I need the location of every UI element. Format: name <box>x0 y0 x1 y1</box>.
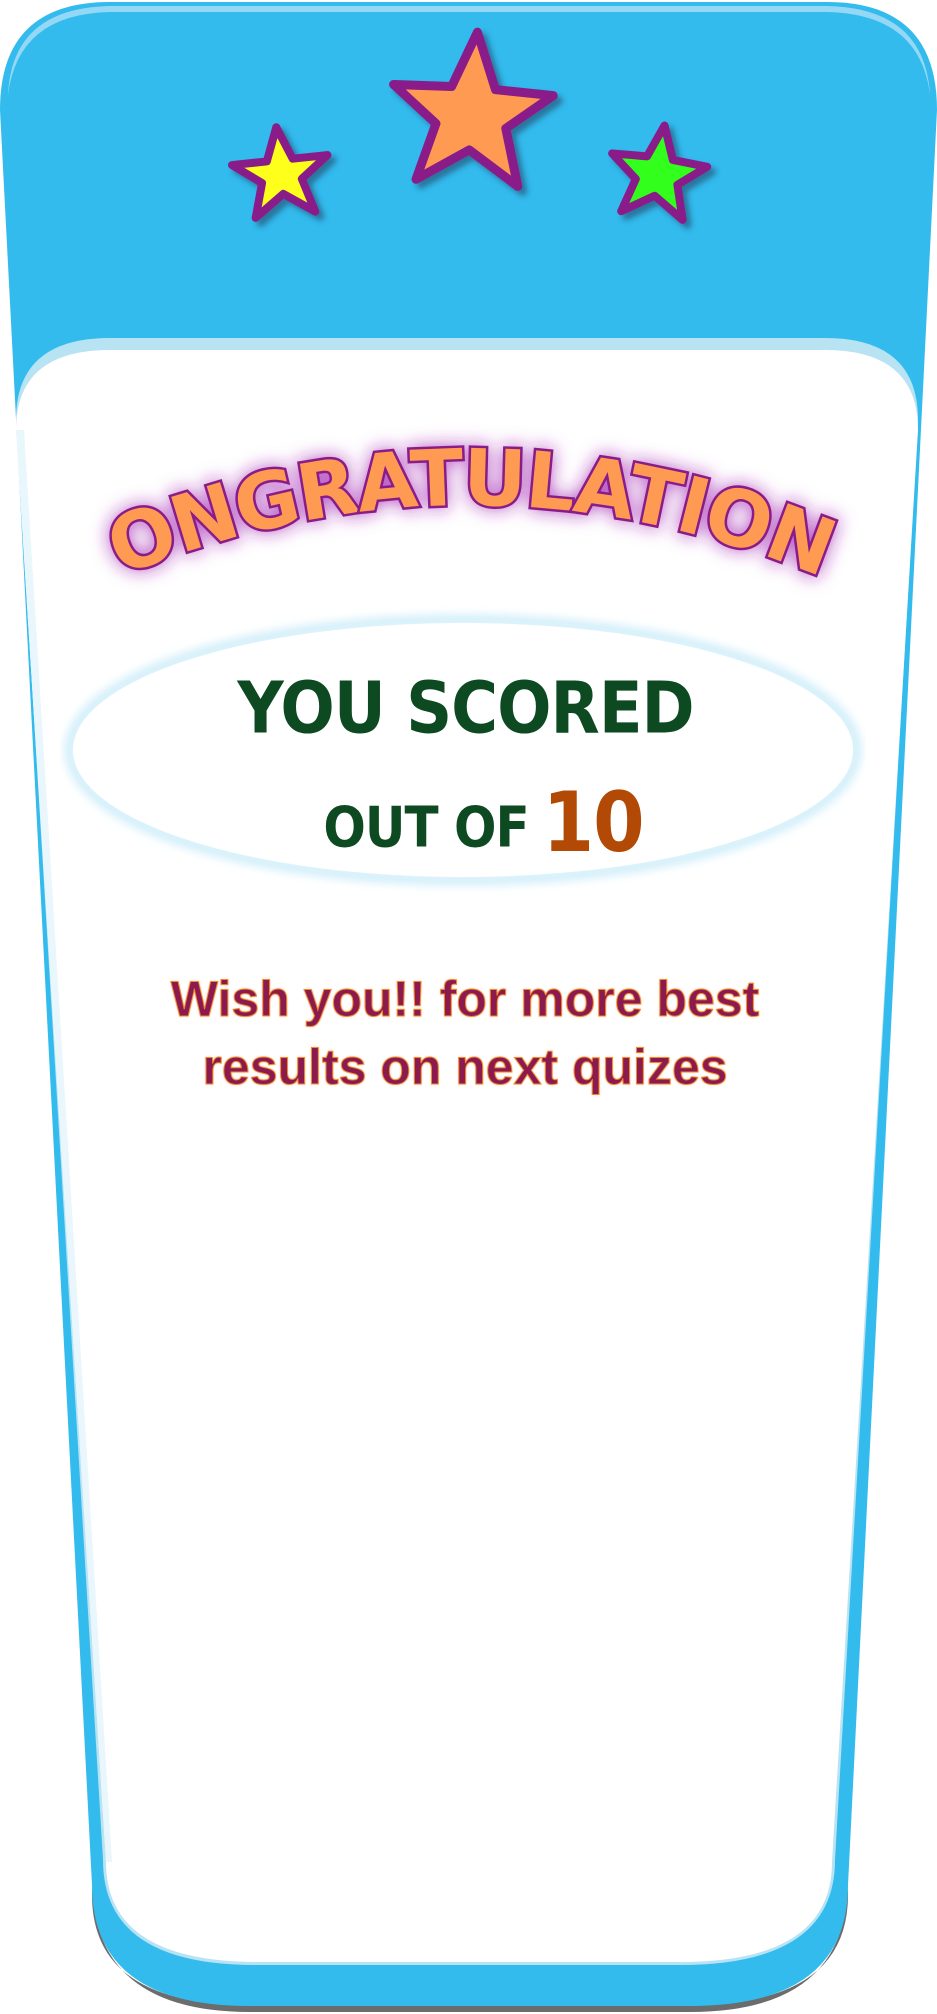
congratulations-title: CONGRATULATIONS <box>60 390 850 597</box>
score-heading: YOU SCORED <box>237 667 694 751</box>
encouragement-message: Wish you!! for more best results on next… <box>100 965 830 1101</box>
title-text: CONGRATULATIONS <box>60 390 845 594</box>
out-of-label: OUT OF <box>323 795 529 860</box>
message-line-2: results on next quizes <box>202 1039 728 1096</box>
score-total-line: OUT OF 10 <box>15 775 937 871</box>
score-total: 10 <box>542 774 645 872</box>
result-screen: CONGRATULATIONS YOU SCORED OUT OF10 Wish… <box>0 0 937 2014</box>
message-line-1: Wish you!! for more best <box>170 971 760 1028</box>
